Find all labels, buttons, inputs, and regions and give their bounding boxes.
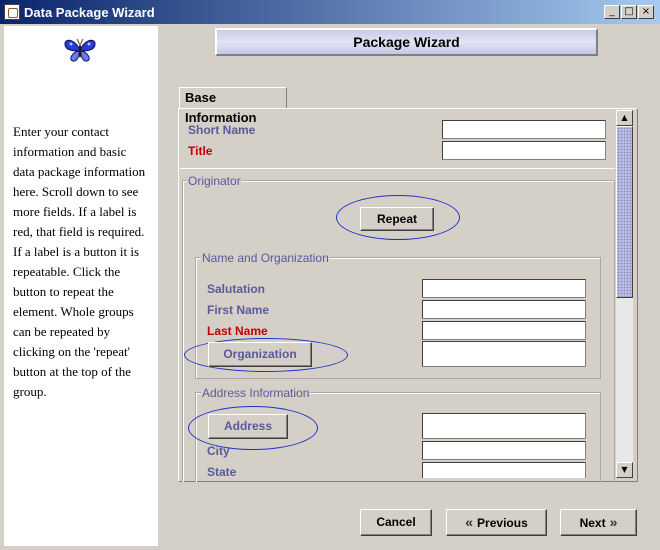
organization-button[interactable]: Organization xyxy=(208,342,312,367)
address-field[interactable] xyxy=(422,413,586,439)
wizard-banner: Package Wizard xyxy=(215,28,598,56)
first-name-label: First Name xyxy=(207,303,270,317)
address-group-title: Address Information xyxy=(201,386,311,400)
section-divider xyxy=(180,168,615,169)
previous-button[interactable]: «Previous xyxy=(446,509,547,536)
butterfly-icon xyxy=(62,36,98,64)
state-label: State xyxy=(207,465,237,479)
next-button[interactable]: Next» xyxy=(560,509,637,536)
scroll-down-button[interactable]: ▼ xyxy=(616,462,633,478)
originator-group-title: Originator xyxy=(187,174,242,188)
tab-base-information[interactable]: Base Information xyxy=(179,87,287,125)
next-button-label: Next xyxy=(579,516,606,530)
name-organization-group-title: Name and Organization xyxy=(201,251,330,265)
last-name-field[interactable] xyxy=(422,321,586,340)
short-name-label: Short Name xyxy=(188,123,256,137)
salutation-label: Salutation xyxy=(207,282,266,296)
state-field[interactable] xyxy=(422,462,586,478)
address-button[interactable]: Address xyxy=(208,414,288,439)
title-bar[interactable]: Data Package Wizard _ □ × xyxy=(0,0,660,24)
title-label: Title xyxy=(188,144,213,158)
previous-button-label: Previous xyxy=(477,516,528,530)
help-text: Enter your contact information and basic… xyxy=(13,124,146,399)
close-button[interactable]: × xyxy=(638,5,654,19)
chevron-right-icon: » xyxy=(609,514,618,530)
short-name-field[interactable] xyxy=(442,120,606,139)
minimize-button[interactable]: _ xyxy=(604,5,620,19)
cancel-button[interactable]: Cancel xyxy=(360,509,432,536)
first-name-field[interactable] xyxy=(422,300,586,319)
scroll-up-button[interactable]: ▲ xyxy=(616,110,633,126)
maximize-button[interactable]: □ xyxy=(621,5,637,19)
title-field[interactable] xyxy=(442,141,606,160)
salutation-field[interactable] xyxy=(422,279,586,298)
app-icon xyxy=(4,4,20,20)
scroll-thumb[interactable] xyxy=(616,126,633,298)
last-name-label: Last Name xyxy=(207,324,268,338)
city-label: City xyxy=(207,444,230,458)
repeat-button[interactable]: Repeat xyxy=(360,207,434,231)
city-field[interactable] xyxy=(422,441,586,460)
chevron-left-icon: « xyxy=(465,514,474,530)
organization-field[interactable] xyxy=(422,341,586,367)
window-title: Data Package Wizard xyxy=(24,5,155,20)
